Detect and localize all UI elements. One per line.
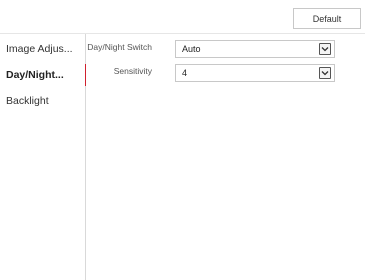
top-toolbar: Default [0, 0, 365, 34]
sensitivity-row: Sensitivity 4 [86, 64, 346, 82]
sensitivity-label: Sensitivity [113, 66, 152, 76]
day-night-switch-select[interactable]: Auto [175, 40, 335, 58]
day-night-switch-value: Auto [182, 44, 201, 54]
sidebar-item-image-adjustment[interactable]: Image Adjus... [0, 38, 86, 60]
sensitivity-value: 4 [182, 68, 188, 78]
sensitivity-select[interactable]: 4 [175, 64, 335, 82]
sidebar: Image Adjus... Day/Night... Backlight [0, 34, 86, 280]
sidebar-item-label: Day/Night... [6, 69, 64, 81]
day-night-switch-label: Day/Night Switch [87, 42, 152, 52]
sidebar-item-day-night[interactable]: Day/Night... [0, 64, 86, 86]
settings-page: Default Image Adjus... Day/Night... Back… [0, 0, 365, 280]
sidebar-item-label: Backlight [6, 95, 49, 107]
sidebar-item-backlight[interactable]: Backlight [0, 90, 86, 112]
chevron-down-icon[interactable] [319, 43, 331, 55]
chevron-down-icon[interactable] [319, 67, 331, 79]
sidebar-item-label: Image Adjus... [6, 43, 73, 55]
default-button[interactable]: Default [293, 8, 361, 29]
day-night-switch-row: Day/Night Switch Auto [86, 40, 346, 58]
